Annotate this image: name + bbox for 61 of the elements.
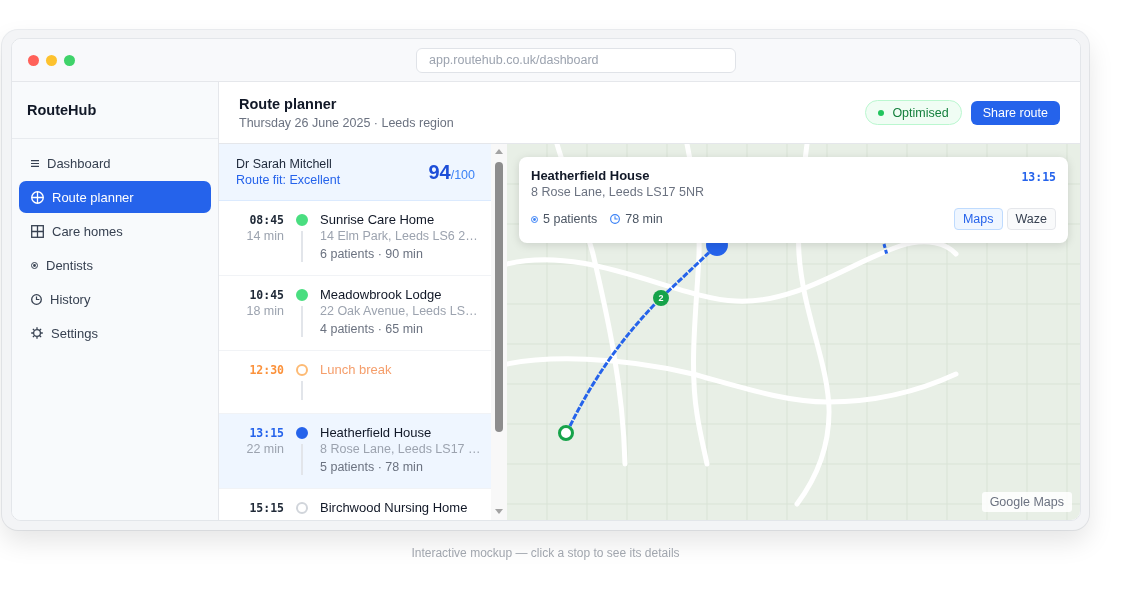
route-line: [882, 243, 889, 256]
score-max: /100: [450, 167, 475, 182]
visit-duration: 78 min: [625, 212, 663, 226]
stop-name: Meadowbrook Lodge: [320, 287, 442, 303]
map-attribution: Google Maps: [981, 492, 1072, 512]
start-marker[interactable]: [558, 425, 574, 441]
visit-details: 4 patients · 65 min: [320, 321, 423, 337]
arrival-time: 13:15: [249, 425, 284, 441]
place-address: 8 Rose Lane, Leeds LS17 5NR: [531, 184, 705, 200]
minimize-icon[interactable]: [46, 54, 57, 66]
arrival-time: 08:45: [249, 212, 284, 228]
share-button[interactable]: Share route: [970, 100, 1060, 125]
scroll-down-icon[interactable]: [495, 509, 503, 514]
maximize-icon[interactable]: [64, 54, 75, 66]
arrival-time: 12:30: [249, 362, 284, 378]
doctor-name: Dr Sarah Mitchell: [236, 156, 332, 172]
stop-address: 8 Rose Lane, Leeds LS17 …: [320, 441, 481, 457]
stop-address: 22 Oak Avenue, Leeds LS…: [320, 303, 478, 319]
navigation-app-button[interactable]: Maps: [953, 208, 1003, 230]
nav-item[interactable]: History: [19, 283, 211, 315]
patient-count: 5 patients: [543, 212, 598, 226]
settings-icon: [31, 327, 43, 339]
nav-item[interactable]: Settings: [19, 317, 211, 349]
arrival-time: 10:45: [249, 287, 284, 303]
travel-time: 14 min: [246, 228, 284, 244]
circle-cross-icon: [31, 190, 44, 204]
list-icon: [31, 159, 39, 167]
page-subtitle: Thursday 26 June 2025 · Leeds region: [239, 114, 454, 131]
stop-name: Birchwood Nursing Home: [320, 500, 468, 516]
travel-time: 22 min: [246, 441, 284, 457]
visit-details: 5 patients · 78 min: [320, 459, 423, 475]
nav-item[interactable]: Dentists: [19, 249, 211, 281]
brand-name: RouteHub: [27, 102, 97, 118]
caption-text: Interactive mockup — click a stop to see its details: [411, 546, 680, 560]
ring-dot-icon: [31, 261, 38, 269]
nav-item[interactable]: Care homes: [19, 215, 211, 247]
visit-details: 6 patients · 90 min: [320, 246, 423, 262]
scrollbar-thumb[interactable]: [495, 162, 503, 432]
score-value: 94: [428, 160, 451, 184]
ring-dot-icon: [531, 215, 538, 223]
break-label: Lunch break: [320, 362, 392, 378]
route-fit-text: Route fit: Excellent: [236, 172, 341, 188]
stop-address: 14 Elm Park, Leeds LS6 2…: [320, 228, 478, 244]
travel-time: 18 min: [246, 303, 284, 319]
status-dot-icon: [878, 109, 885, 116]
clock-icon: [610, 214, 621, 224]
nav-item[interactable]: Dashboard: [19, 147, 211, 179]
grid-icon: [31, 224, 44, 238]
status-label: Optimised: [892, 105, 949, 120]
arrival-time: 13:15: [1021, 169, 1056, 185]
stop-item[interactable]: 13:15 22 min Heatherfield House 8 Rose Lane, Leeds LS17 … 5 patients · 78 min: [219, 414, 491, 489]
place-name: Heatherfield House: [531, 168, 650, 184]
navigation-app-button[interactable]: Waze: [1006, 208, 1056, 230]
close-icon[interactable]: [28, 54, 39, 66]
scroll-up-icon[interactable]: [495, 149, 503, 154]
page-title: Route planner: [239, 94, 337, 113]
clock-icon: [31, 293, 42, 305]
stop-name: Heatherfield House: [320, 425, 432, 441]
nav-item[interactable]: Route planner: [19, 181, 211, 213]
arrival-time: 15:15: [249, 500, 284, 516]
stop-name: Sunrise Care Home: [320, 212, 435, 228]
